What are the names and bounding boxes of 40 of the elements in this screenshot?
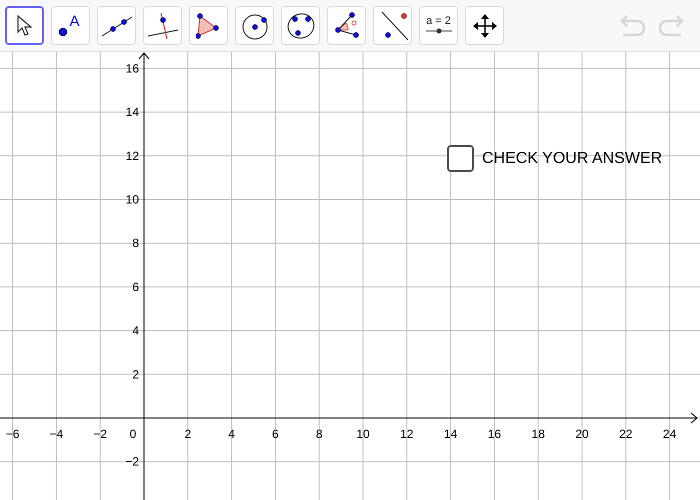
tool-button[interactable]: A	[51, 6, 90, 45]
x-axis-label: 24	[662, 427, 676, 441]
x-axis-label: 18	[532, 427, 545, 441]
y-axis-label: 4	[132, 324, 139, 338]
x-axis-label: −6	[6, 427, 20, 441]
pointer-icon	[14, 14, 34, 36]
point-icon	[58, 26, 68, 36]
line-icon	[100, 14, 132, 38]
x-axis-label: 10	[356, 427, 370, 441]
y-axis-label: 10	[126, 192, 139, 206]
slider-icon	[424, 27, 452, 35]
perpendicular-line-icon	[146, 12, 178, 40]
x-axis-label: 16	[488, 427, 502, 441]
polygon-icon	[196, 12, 222, 40]
y-axis-label: 6	[132, 280, 139, 294]
move-arrows-icon	[472, 12, 498, 38]
x-axis-label: 6	[272, 427, 279, 441]
tool-button[interactable]: a = 2	[419, 6, 458, 45]
point-label: A	[70, 12, 80, 32]
tool-button[interactable]	[5, 6, 44, 45]
y-axis-label: −2	[125, 454, 139, 469]
checkbox-label: CHECK YOUR ANSWER	[482, 148, 662, 168]
y-axis-label: 2	[132, 367, 139, 382]
origin-label: 0	[130, 427, 136, 441]
x-axis-label: 4	[228, 427, 235, 441]
y-axis-label: 16	[126, 61, 139, 76]
x-axis-label: 22	[619, 427, 632, 441]
x-axis-label: −4	[50, 427, 64, 441]
x-axis-label: 14	[444, 427, 458, 441]
y-axis-label: 14	[126, 105, 139, 120]
y-axis-label: 12	[126, 148, 139, 163]
x-axis-label: 12	[400, 427, 414, 441]
ellipse-icon	[286, 10, 316, 40]
checkbox[interactable]	[447, 145, 474, 172]
slider-label: a = 2	[426, 16, 451, 27]
x-axis-label: −2	[93, 427, 108, 441]
x-axis-label: 8	[316, 427, 323, 441]
y-axis-label: 8	[132, 236, 139, 250]
x-axis-label: 20	[575, 427, 589, 441]
x-axis-label: 2	[184, 427, 192, 441]
